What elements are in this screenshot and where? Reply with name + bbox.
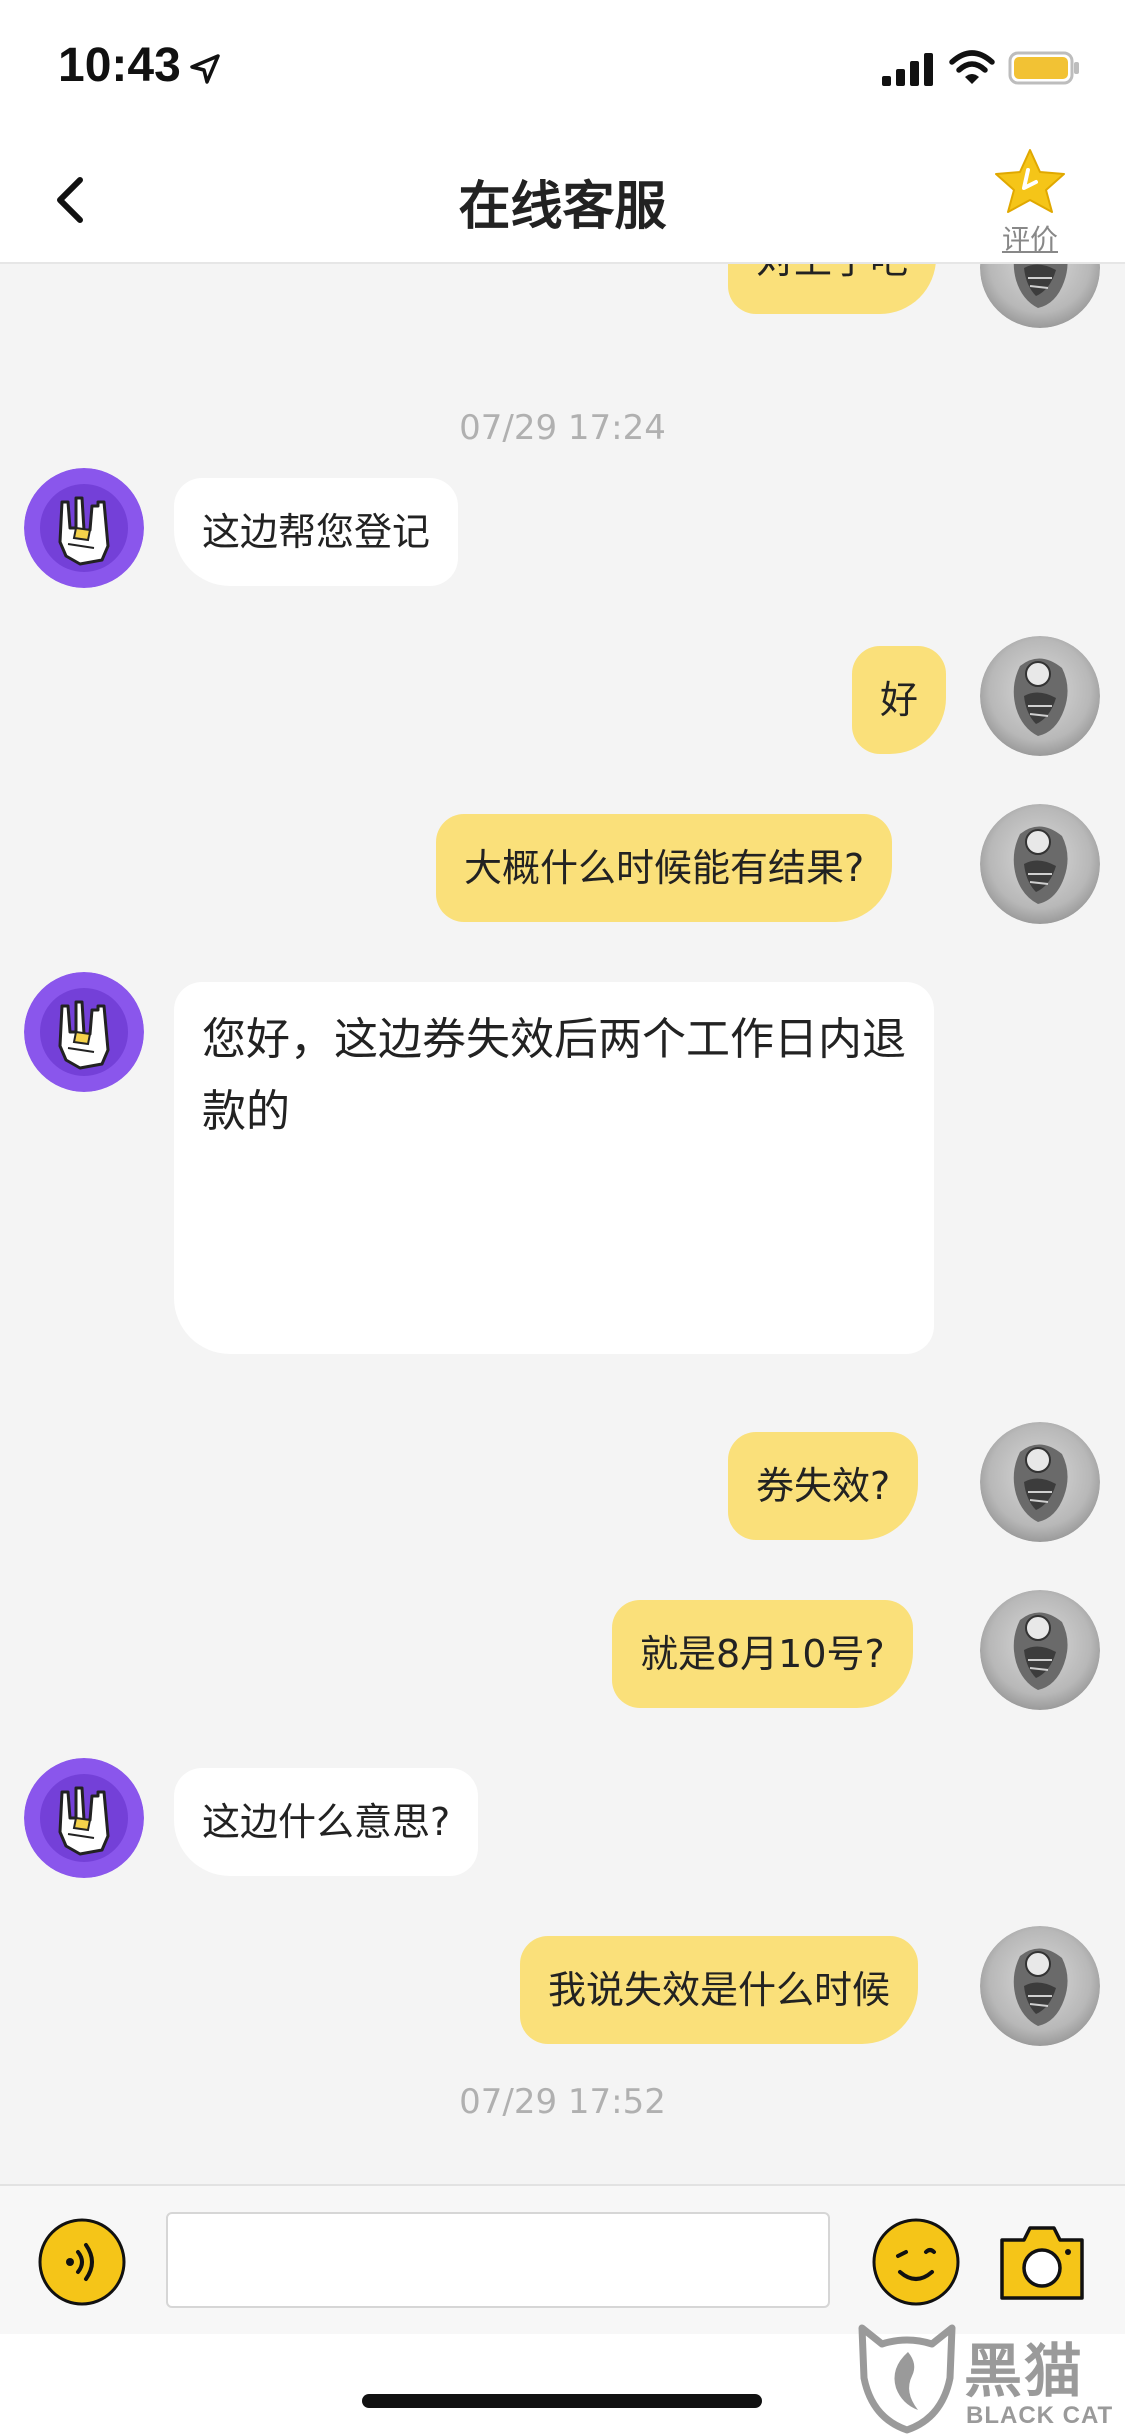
user-avatar[interactable] [980, 264, 1100, 328]
message-bubble-user: 好 [852, 646, 947, 754]
watermark-subtext: BLACK CAT [966, 2402, 1114, 2429]
message-bubble-user: 我说失效是什么时候 [520, 1936, 919, 2044]
message-timestamp: 07/29 17:52 [459, 2082, 666, 2122]
camera-icon[interactable] [996, 2220, 1088, 2304]
message-timestamp: 07/29 17:24 [459, 408, 666, 448]
status-time: 10:43 [58, 39, 181, 92]
cellular-signal-icon [882, 53, 933, 86]
location-arrow-icon [190, 54, 220, 84]
user-avatar[interactable] [980, 1590, 1100, 1710]
user-avatar[interactable] [980, 804, 1100, 924]
battery-icon [1008, 51, 1079, 85]
input-bar [0, 2184, 1125, 2334]
cat-logo-icon [858, 2324, 956, 2434]
navigation-bar: 在线客服 评价 [0, 136, 1125, 264]
rate-label: 评价 [1001, 223, 1058, 256]
agent-avatar[interactable] [24, 972, 144, 1092]
star-icon [995, 149, 1065, 213]
voice-input-icon[interactable] [38, 2218, 126, 2306]
status-bar: 10:43 [0, 0, 1125, 136]
message-bubble-user: 大概什么时候能有结果? [436, 814, 893, 922]
emoji-icon[interactable] [872, 2218, 960, 2306]
message-bubble-user: 就是8月10号? [612, 1600, 913, 1708]
message-bubble-agent: 这边什么意思? [174, 1768, 479, 1876]
agent-avatar[interactable] [24, 1758, 144, 1878]
user-avatar[interactable] [980, 1926, 1100, 2046]
page-title: 在线客服 [458, 177, 667, 237]
wifi-icon [949, 50, 995, 84]
blackcat-watermark: 黑猫 BLACK CAT [852, 2318, 1125, 2436]
message-input[interactable] [166, 2212, 830, 2308]
message-bubble-agent: 您好，这边券失效后两个工作日内退款的 [174, 982, 934, 1354]
user-avatar[interactable] [980, 1422, 1100, 1542]
message-bubble-agent: 这边帮您登记 [174, 478, 459, 586]
rate-button[interactable]: 评价 [988, 146, 1072, 258]
watermark-text: 黑猫 [964, 2337, 1085, 2405]
agent-avatar[interactable] [24, 468, 144, 588]
user-avatar[interactable] [980, 636, 1100, 756]
message-bubble-user: 券失效? [728, 1432, 919, 1540]
message-bubble-user-partial: 对上了吧 [728, 264, 937, 314]
chat-area[interactable]: 对上了吧 07/29 17:24 这边帮您登记 好 大概什么时候能有结果? 您好… [0, 264, 1125, 2184]
home-indicator[interactable] [362, 2394, 762, 2408]
